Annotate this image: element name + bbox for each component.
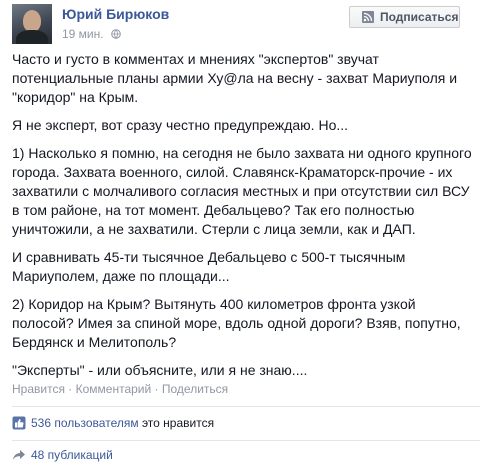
globe-icon[interactable]: [111, 29, 121, 39]
facebook-post: Юрий Бирюков 19 мин. Подписаться Часто и…: [0, 0, 490, 468]
likes-summary: 536 пользователям это нравится: [12, 416, 214, 430]
avatar-face: [23, 10, 41, 32]
rss-icon: [362, 11, 374, 23]
like-link[interactable]: Нравится: [12, 382, 65, 396]
post-paragraph: "Эксперты" - или объясните, или я не зна…: [12, 362, 308, 378]
separator: ·: [151, 382, 162, 396]
share-icon: [13, 450, 25, 460]
post-actions: Нравится · Комментарий · Поделиться: [12, 382, 228, 396]
separator: ·: [64, 382, 76, 396]
divider: [12, 440, 480, 441]
subscribe-button[interactable]: Подписаться: [349, 6, 460, 28]
shares-summary[interactable]: 48 публикаций: [12, 448, 113, 462]
post-paragraph: 1) Насколько я помню, на сегодня не было…: [12, 145, 472, 237]
comment-link[interactable]: Комментарий: [76, 382, 152, 396]
likes-count-link[interactable]: 536 пользователям: [31, 416, 139, 430]
post-paragraph: 2) Коридор на Крым? Вытянуть 400 километ…: [12, 296, 461, 350]
likes-suffix: это нравится: [138, 416, 215, 430]
subscribe-label: Подписаться: [380, 10, 459, 24]
post-paragraph: И сравнивать 45-ти тысячное Дебальцево с…: [12, 249, 406, 284]
divider: [12, 406, 480, 407]
post-paragraph: Часто и густо в комментах и мнениях "экс…: [12, 51, 458, 105]
shares-count: 48 публикаций: [31, 448, 113, 462]
post-time[interactable]: 19 мин.: [62, 27, 104, 41]
avatar-body: [16, 30, 48, 44]
avatar[interactable]: [12, 4, 52, 44]
post-body: Часто и густо в комментах и мнениях "экс…: [12, 50, 484, 389]
post-meta: 19 мин.: [62, 27, 121, 41]
share-link[interactable]: Поделиться: [162, 382, 228, 396]
post-paragraph: Я не эксперт, вот сразу честно предупреж…: [12, 117, 349, 133]
author-name[interactable]: Юрий Бирюков: [62, 6, 169, 22]
thumbs-up-icon: [12, 416, 26, 430]
